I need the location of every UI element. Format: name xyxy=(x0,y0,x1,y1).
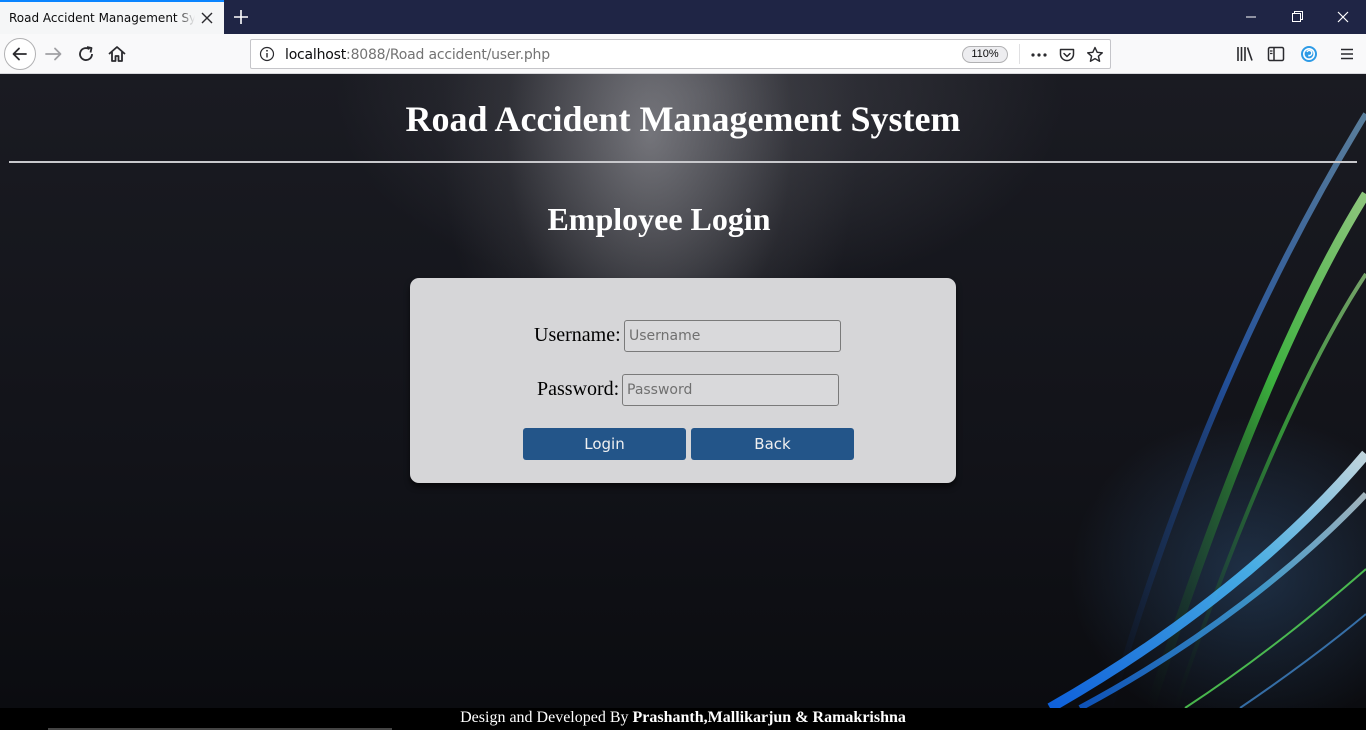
login-form: Username: Password: Login Back xyxy=(410,278,956,483)
info-icon[interactable] xyxy=(259,46,275,62)
username-input[interactable] xyxy=(624,320,841,352)
restore-icon[interactable] xyxy=(1274,0,1320,34)
password-label: Password: xyxy=(537,378,620,400)
browser-tabbar: Road Accident Management System xyxy=(0,0,1366,34)
bookmark-star-icon[interactable] xyxy=(1085,45,1105,65)
back-arrow-icon xyxy=(12,47,27,61)
pocket-icon[interactable] xyxy=(1057,45,1077,65)
url-path: :8088/Road accident/user.php xyxy=(346,47,550,63)
zoom-level-badge[interactable]: 110% xyxy=(962,46,1008,63)
forward-arrow-icon[interactable] xyxy=(42,42,66,66)
window-close-icon[interactable] xyxy=(1320,0,1366,34)
footer-names: Prashanth,Mallikarjun & Ramakrishna xyxy=(632,709,906,726)
back-button[interactable] xyxy=(4,38,36,70)
plus-icon[interactable] xyxy=(230,6,252,28)
library-icon[interactable] xyxy=(1234,43,1256,65)
browser-toolbar: localhost:8088/Road accident/user.php 11… xyxy=(0,34,1366,74)
more-icon[interactable] xyxy=(1029,46,1049,64)
extension-icon[interactable] xyxy=(1298,43,1320,65)
back-button-form[interactable]: Back xyxy=(691,428,854,460)
login-heading: Employee Login xyxy=(547,201,771,237)
menu-icon[interactable] xyxy=(1336,43,1358,65)
reload-icon[interactable] xyxy=(74,42,98,66)
sidebar-icon[interactable] xyxy=(1265,43,1287,65)
login-button[interactable]: Login xyxy=(523,428,686,460)
username-row: Username: xyxy=(410,320,956,352)
browser-tab[interactable]: Road Accident Management System xyxy=(0,0,224,34)
footer-credit: Design and Developed By Prashanth,Mallik… xyxy=(0,709,1366,727)
tab-title: Road Accident Management System xyxy=(9,11,195,25)
footer: Design and Developed By Prashanth,Mallik… xyxy=(0,708,1366,730)
username-label: Username: xyxy=(534,324,621,346)
url-bar[interactable]: localhost:8088/Road accident/user.php 11… xyxy=(250,39,1111,69)
url-separator xyxy=(1019,44,1020,64)
minimize-icon[interactable] xyxy=(1228,0,1274,34)
page-content: Road Accident Management System Employee… xyxy=(0,74,1366,708)
url-text[interactable]: localhost:8088/Road accident/user.php xyxy=(285,47,550,63)
close-icon[interactable] xyxy=(198,9,216,27)
password-input[interactable] xyxy=(622,374,839,406)
page-title: Road Accident Management System xyxy=(405,99,961,139)
url-host: localhost xyxy=(285,47,347,63)
password-row: Password: xyxy=(410,374,956,406)
home-icon[interactable] xyxy=(105,42,129,66)
footer-prefix: Design and Developed By xyxy=(460,709,633,726)
title-divider xyxy=(9,161,1357,163)
